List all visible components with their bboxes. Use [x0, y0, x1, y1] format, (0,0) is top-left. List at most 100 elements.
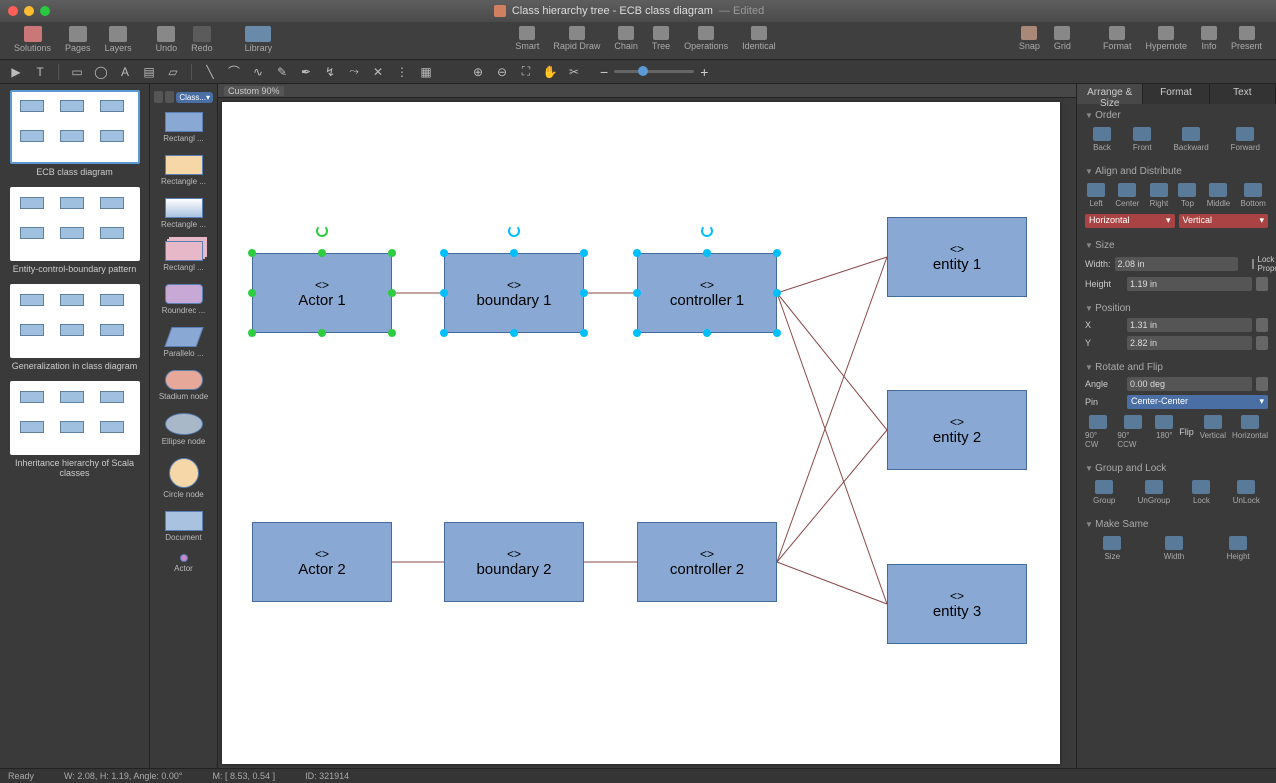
pointer-tool[interactable]: ▶ — [6, 63, 26, 81]
lock-button[interactable]: Lock — [1192, 480, 1210, 505]
distribute-v-dropdown[interactable]: Vertical▾ — [1179, 214, 1269, 228]
ungroup-button[interactable]: UnGroup — [1138, 480, 1170, 505]
hypernote-button[interactable]: Hypernote — [1139, 24, 1193, 53]
tree-button[interactable]: Tree — [646, 24, 676, 53]
x-input[interactable] — [1127, 318, 1252, 332]
x-stepper[interactable] — [1256, 318, 1268, 332]
snap-button[interactable]: Snap — [1013, 24, 1046, 53]
diagram-node[interactable]: <>entity 1 — [887, 217, 1027, 297]
close-window-button[interactable] — [8, 6, 18, 16]
stencil-item[interactable]: Rectangl ... — [150, 106, 217, 149]
back-button[interactable]: Back — [1093, 127, 1111, 152]
selection-handle[interactable] — [440, 329, 448, 337]
line-tool[interactable]: ╲ — [200, 63, 220, 81]
edit-points-tool[interactable]: ⋮ — [392, 63, 412, 81]
operations-button[interactable]: Operations — [678, 24, 734, 53]
selection-handle[interactable] — [703, 249, 711, 257]
selection-handle[interactable] — [318, 329, 326, 337]
diagram-node[interactable]: <>controller 2 — [637, 522, 777, 602]
selection-handle[interactable] — [440, 249, 448, 257]
flip-horizontal-button[interactable]: Horizontal — [1232, 415, 1268, 449]
text-tool[interactable]: T — [30, 63, 50, 81]
y-input[interactable] — [1127, 336, 1252, 350]
undo-button[interactable]: Undo — [150, 24, 184, 55]
top-button[interactable]: Top — [1178, 183, 1196, 208]
width-input[interactable] — [1115, 257, 1238, 271]
zoom-out-tool[interactable]: ⊖ — [492, 63, 512, 81]
eraser-tool[interactable]: ▦ — [416, 63, 436, 81]
canvas-area[interactable]: Custom 90% <>Actor 1<>boundary 1<>contro… — [218, 84, 1076, 768]
position-section-header[interactable]: Position — [1085, 301, 1268, 316]
unlock-button[interactable]: UnLock — [1233, 480, 1260, 505]
right-button[interactable]: Right — [1150, 183, 1169, 208]
fit-tool[interactable]: ⛶ — [516, 63, 536, 81]
zoom-minus-icon[interactable]: − — [600, 64, 608, 80]
same-section-header[interactable]: Make Same — [1085, 517, 1268, 532]
diagram-node[interactable]: <>Actor 2 — [252, 522, 392, 602]
selection-handle[interactable] — [773, 289, 781, 297]
callout-tool[interactable]: ▱ — [163, 63, 183, 81]
group-section-header[interactable]: Group and Lock — [1085, 461, 1268, 476]
minimize-window-button[interactable] — [24, 6, 34, 16]
selection-handle[interactable] — [510, 329, 518, 337]
format-button[interactable]: Format — [1097, 24, 1138, 53]
selection-handle[interactable] — [388, 249, 396, 257]
arc-tool[interactable]: ⌒ — [224, 63, 244, 81]
inspector-tab[interactable]: Text — [1210, 84, 1276, 104]
selection-handle[interactable] — [703, 329, 711, 337]
180--button[interactable]: 180° — [1155, 415, 1173, 449]
rotation-handle[interactable] — [701, 225, 713, 237]
distribute-h-dropdown[interactable]: Horizontal▾ — [1085, 214, 1175, 228]
zoom-dropdown[interactable]: Custom 90% — [224, 86, 284, 96]
bottom-button[interactable]: Bottom — [1240, 183, 1265, 208]
90-cw-button[interactable]: 90° CW — [1085, 415, 1111, 449]
stencil-item[interactable]: Actor — [150, 548, 217, 579]
selection-handle[interactable] — [318, 249, 326, 257]
zoom-plus-icon[interactable]: + — [700, 64, 708, 80]
smart-connector-tool[interactable]: ⤳ — [344, 63, 364, 81]
selection-handle[interactable] — [633, 289, 641, 297]
connector-tool[interactable]: ↯ — [320, 63, 340, 81]
selection-handle[interactable] — [510, 249, 518, 257]
diagram-node[interactable]: <>entity 3 — [887, 564, 1027, 644]
stencil-item[interactable]: Ellipse node — [150, 407, 217, 452]
height-stepper[interactable] — [1256, 277, 1268, 291]
grid-button[interactable]: Grid — [1048, 24, 1077, 53]
stencil-item[interactable]: Rectangle ... — [150, 149, 217, 192]
angle-stepper[interactable] — [1256, 377, 1268, 391]
selection-handle[interactable] — [633, 249, 641, 257]
size-section-header[interactable]: Size — [1085, 238, 1268, 253]
lock-proportions-checkbox[interactable] — [1252, 259, 1254, 269]
crop-tool[interactable]: ✂ — [564, 63, 584, 81]
height-button[interactable]: Height — [1227, 536, 1250, 561]
selection-handle[interactable] — [248, 289, 256, 297]
stencil-item[interactable]: Stadium node — [150, 364, 217, 407]
inspector-tab[interactable]: Format — [1143, 84, 1209, 104]
page-thumbnail[interactable]: ECB class diagram — [6, 90, 143, 177]
spline-tool[interactable]: ∿ — [248, 63, 268, 81]
stencil-item[interactable]: Parallelo ... — [150, 321, 217, 364]
flip-vertical-button[interactable]: Vertical — [1200, 415, 1226, 449]
rotation-handle[interactable] — [508, 225, 520, 237]
selection-handle[interactable] — [248, 249, 256, 257]
redo-button[interactable]: Redo — [185, 24, 219, 55]
height-input[interactable] — [1127, 277, 1252, 291]
left-button[interactable]: Left — [1087, 183, 1105, 208]
pencil-tool[interactable]: ✎ — [272, 63, 292, 81]
page-thumbnail[interactable]: Generalization in class diagram — [6, 284, 143, 371]
rapid-draw-button[interactable]: Rapid Draw — [547, 24, 606, 53]
y-stepper[interactable] — [1256, 336, 1268, 350]
selection-handle[interactable] — [248, 329, 256, 337]
middle-button[interactable]: Middle — [1207, 183, 1231, 208]
diagram-node[interactable]: <>Actor 1 — [252, 253, 392, 333]
90-ccw-button[interactable]: 90° CCW — [1117, 415, 1149, 449]
hand-tool[interactable]: ✋ — [540, 63, 560, 81]
text-box-tool[interactable]: A — [115, 63, 135, 81]
stencil-item[interactable]: Document — [150, 505, 217, 548]
selection-handle[interactable] — [633, 329, 641, 337]
diagram-node[interactable]: <>boundary 2 — [444, 522, 584, 602]
pen-tool[interactable]: ✒ — [296, 63, 316, 81]
selection-handle[interactable] — [388, 329, 396, 337]
diagram-node[interactable]: <>controller 1 — [637, 253, 777, 333]
info-button[interactable]: Info — [1195, 24, 1223, 53]
